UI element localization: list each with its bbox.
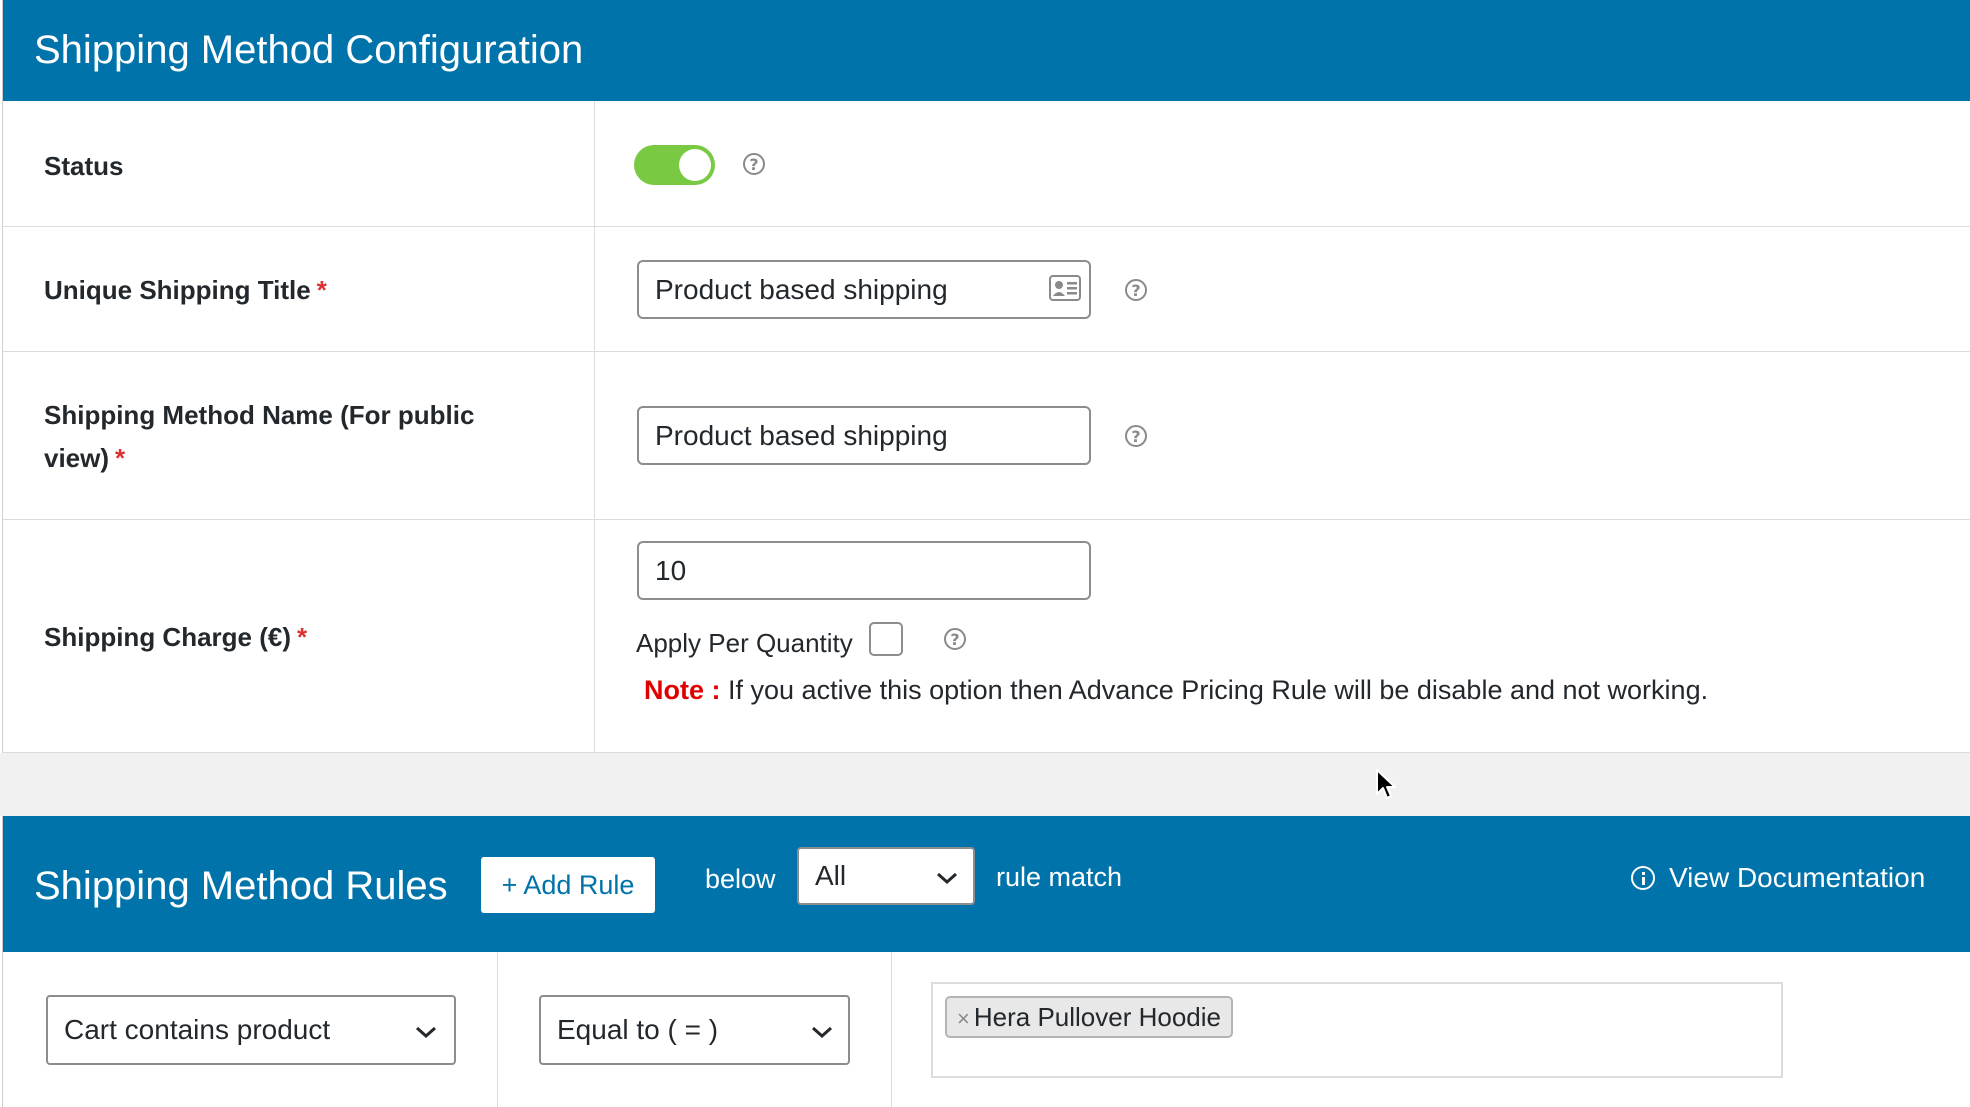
shipping-charge-row: Shipping Charge (€) * 10 Apply Per Quanti…	[2, 520, 1970, 753]
shipping-charge-input[interactable]: 10	[637, 541, 1091, 600]
public-name-input[interactable]: Product based shipping	[637, 406, 1091, 465]
apply-per-quantity-checkbox[interactable]	[869, 622, 903, 656]
chevron-down-icon	[812, 1026, 832, 1039]
help-icon[interactable]: ?	[944, 628, 966, 650]
condition-select[interactable]: Cart contains product	[46, 995, 456, 1065]
chevron-down-icon	[937, 872, 957, 885]
help-icon[interactable]: ?	[1125, 279, 1147, 301]
required-mark: *	[316, 275, 327, 305]
product-tag: × Hera Pullover Hoodie	[945, 996, 1233, 1038]
section-gap	[0, 753, 1970, 816]
rules-title: Shipping Method Rules	[34, 864, 448, 908]
rule-row: Cart contains product Equal to ( = ) × He…	[2, 952, 1970, 1107]
contact-card-icon[interactable]	[1049, 275, 1081, 301]
note-label: Note :	[644, 675, 721, 705]
operator-select[interactable]: Equal to ( = )	[539, 995, 850, 1065]
public-name-label: Shipping Method Name (For public view) *	[44, 400, 475, 473]
rules-header: Shipping Method Rules + Add Rule below A…	[2, 816, 1970, 952]
shipping-charge-label: Shipping Charge (€) *	[44, 622, 308, 652]
remove-tag-button[interactable]: ×	[957, 1006, 970, 1031]
config-header: Shipping Method Configuration	[2, 0, 1970, 101]
unique-title-input[interactable]: Product based shipping	[637, 260, 1091, 319]
add-rule-button[interactable]: + Add Rule	[481, 857, 655, 913]
config-title: Shipping Method Configuration	[34, 28, 584, 72]
required-mark: *	[297, 622, 308, 652]
info-icon	[1631, 866, 1655, 890]
status-label: Status	[44, 151, 124, 181]
required-mark: *	[115, 443, 126, 473]
match-select[interactable]: All	[797, 847, 975, 905]
chevron-down-icon	[416, 1026, 436, 1039]
status-row: Status ?	[2, 101, 1970, 227]
condition-cell: Cart contains product	[3, 952, 498, 1107]
unique-title-row: Unique Shipping Title * Product based shi…	[2, 227, 1970, 352]
operator-cell: Equal to ( = )	[497, 952, 892, 1107]
note-line: Note : If you active this option then Ad…	[644, 675, 1708, 706]
note-text: If you active this option then Advance P…	[728, 675, 1709, 705]
apply-per-quantity-label: Apply Per Quantity	[636, 628, 853, 658]
rule-match-text: rule match	[996, 862, 1123, 892]
public-name-row: Shipping Method Name (For public view) * …	[2, 352, 1970, 520]
mouse-cursor-icon	[1376, 769, 1396, 799]
unique-title-label: Unique Shipping Title *	[44, 275, 327, 305]
help-icon[interactable]: ?	[743, 153, 765, 175]
toggle-knob	[679, 149, 711, 181]
view-documentation-link[interactable]: View Documentation	[1631, 862, 1925, 894]
products-multiselect[interactable]: × Hera Pullover Hoodie	[931, 982, 1783, 1078]
help-icon[interactable]: ?	[1125, 425, 1147, 447]
below-text: below	[705, 864, 776, 894]
status-toggle[interactable]	[634, 145, 715, 185]
